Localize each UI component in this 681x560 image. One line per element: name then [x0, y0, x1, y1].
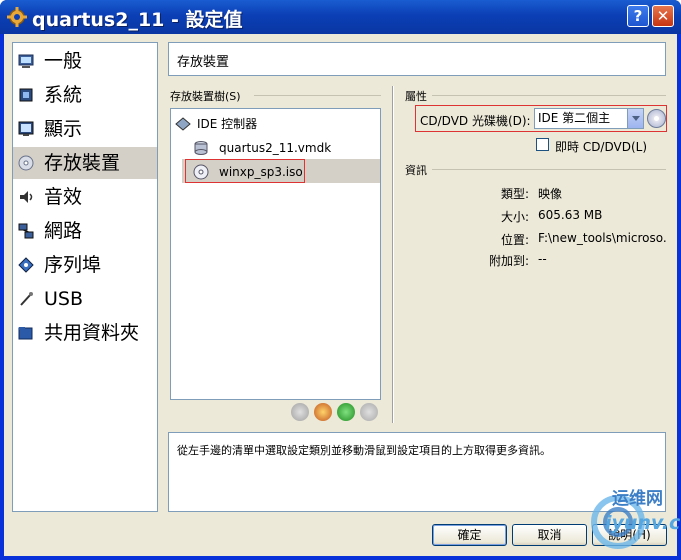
disc-chooser-button[interactable] [647, 109, 666, 128]
page-header: 存放裝置 [168, 42, 666, 76]
sidebar-item-usb[interactable]: USB [13, 283, 157, 315]
ok-button[interactable]: 確定 [432, 524, 507, 546]
info-value-location: F:\new_tools\microso... [538, 231, 666, 245]
sidebar-item-display[interactable]: 顯示 [13, 113, 157, 145]
remove-controller-button[interactable] [314, 403, 332, 421]
sidebar-item-label: 序列埠 [44, 254, 102, 276]
description-text: 從左手邊的清單中選取設定類別並移動滑鼠到設定項目的上方取得更多資訊。 [177, 444, 551, 457]
usb-icon [20, 292, 33, 306]
cancel-button[interactable]: 取消 [512, 524, 587, 546]
add-controller-button[interactable] [291, 403, 309, 421]
live-cd-checkbox[interactable] [536, 138, 549, 151]
sidebar-item-label: 顯示 [44, 118, 83, 140]
remove-attachment-button[interactable] [360, 403, 378, 421]
settings-category-list: 一般 系統 顯示 存放裝置 音效 網路 序列埠 USB 共用資料夾 [12, 42, 158, 512]
info-value-size: 605.63 MB [538, 208, 603, 222]
speaker-icon [20, 191, 33, 203]
folder-icon [18, 327, 33, 340]
info-section-title: 資訊 [405, 164, 427, 177]
live-cd-label: 即時 CD/DVD(L) [555, 140, 648, 154]
display-icon [18, 121, 34, 136]
disc-icon [18, 155, 34, 171]
serial-port-icon [18, 257, 34, 273]
sidebar-item-system[interactable]: 系統 [13, 79, 157, 111]
sidebar-item-label: 共用資料夾 [44, 322, 140, 344]
hard-disk-icon [194, 141, 208, 155]
sidebar-item-label: 系統 [44, 84, 83, 106]
chip-icon [19, 88, 33, 102]
sidebar-item-audio[interactable]: 音效 [13, 181, 157, 213]
sidebar-item-label: 一般 [44, 50, 83, 72]
controller-icon [175, 117, 191, 131]
info-label-location: 位置: [500, 233, 529, 247]
sidebar-item-label: 音效 [44, 186, 83, 208]
page-title: 存放裝置 [177, 55, 230, 70]
gear-icon [7, 7, 27, 27]
storage-tree-label: 存放裝置樹(S) [170, 90, 241, 103]
sidebar-item-storage[interactable]: 存放裝置 [13, 147, 157, 179]
divider [254, 95, 381, 96]
divider [432, 95, 666, 96]
tree-item-label: quartus2_11.vmdk [219, 141, 332, 155]
network-icon [18, 223, 34, 239]
sidebar-item-general[interactable]: 一般 [13, 45, 157, 77]
attributes-section-title: 屬性 [405, 90, 427, 103]
info-label-size: 大小: [500, 210, 529, 224]
highlight-box-iso [185, 159, 305, 183]
watermark-text: 运维网 [612, 489, 663, 509]
window-title: quartus2_11 - 設定值 [32, 9, 243, 31]
sidebar-item-serial-ports[interactable]: 序列埠 [13, 249, 157, 281]
info-value-type: 映像 [538, 187, 563, 201]
info-label-attached-to: 附加到: [488, 254, 529, 268]
title-bar[interactable]: quartus2_11 - 設定值 ? ✕ [0, 0, 681, 34]
tree-item-label: IDE 控制器 [197, 117, 258, 131]
info-value-attached-to: -- [538, 252, 547, 266]
info-label-type: 類型: [500, 187, 529, 201]
help-title-button[interactable]: ? [627, 5, 649, 27]
highlight-box-cd-drive [415, 105, 667, 132]
sidebar-item-network[interactable]: 網路 [13, 215, 157, 247]
sidebar-item-label: USB [44, 288, 84, 310]
window-frame-bottom [0, 556, 681, 560]
sidebar-item-shared-folders[interactable]: 共用資料夾 [13, 317, 157, 349]
add-attachment-button[interactable] [337, 403, 355, 421]
sidebar-item-label: 存放裝置 [44, 152, 121, 174]
close-button[interactable]: ✕ [652, 5, 674, 27]
storage-tree[interactable]: IDE 控制器 quartus2_11.vmdk winxp_sp3.iso [170, 108, 381, 400]
watermark-url: iyunv.com [605, 512, 681, 534]
panel-splitter[interactable] [392, 86, 394, 423]
sidebar-item-label: 網路 [44, 220, 83, 242]
dialog-client-area: 一般 系統 顯示 存放裝置 音效 網路 序列埠 USB 共用資料夾 存放裝置 存… [4, 34, 677, 556]
monitor-icon [18, 54, 34, 68]
divider [432, 169, 666, 170]
